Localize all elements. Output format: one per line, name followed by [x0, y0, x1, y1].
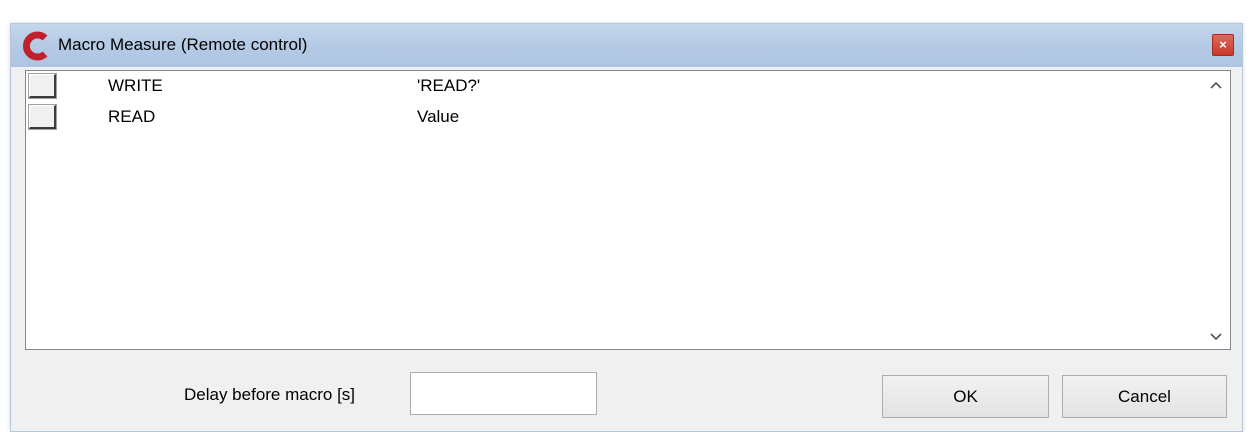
- command-argument: Value: [417, 107, 460, 126]
- scroll-down-button[interactable]: [1202, 325, 1230, 347]
- row-select-button[interactable]: [28, 73, 57, 99]
- close-icon: ×: [1219, 37, 1227, 52]
- scroll-up-button[interactable]: [1202, 73, 1230, 95]
- chevron-down-icon: [1210, 333, 1222, 341]
- c-logo-icon: [23, 31, 48, 61]
- command-argument: 'READ?': [417, 76, 481, 95]
- row-select-button[interactable]: [28, 104, 57, 130]
- close-button[interactable]: ×: [1212, 34, 1234, 56]
- macro-command-list[interactable]: WRITE 'READ?' READ Value: [25, 70, 1231, 350]
- ok-button[interactable]: OK: [882, 375, 1049, 418]
- chevron-up-icon: [1210, 81, 1222, 89]
- command-name: READ: [108, 107, 156, 126]
- title-bar[interactable]: Macro Measure (Remote control) ×: [11, 24, 1242, 67]
- cancel-button[interactable]: Cancel: [1062, 375, 1227, 418]
- delay-label: Delay before macro [s]: [184, 385, 356, 404]
- list-item[interactable]: READ Value: [26, 104, 1202, 130]
- macro-measure-dialog: Macro Measure (Remote control) × WRITE '…: [10, 23, 1243, 432]
- vertical-scrollbar[interactable]: [1202, 71, 1230, 349]
- list-item[interactable]: WRITE 'READ?': [26, 73, 1202, 99]
- window-title: Macro Measure (Remote control): [58, 35, 308, 54]
- command-name: WRITE: [108, 76, 163, 95]
- delay-input[interactable]: [410, 372, 597, 415]
